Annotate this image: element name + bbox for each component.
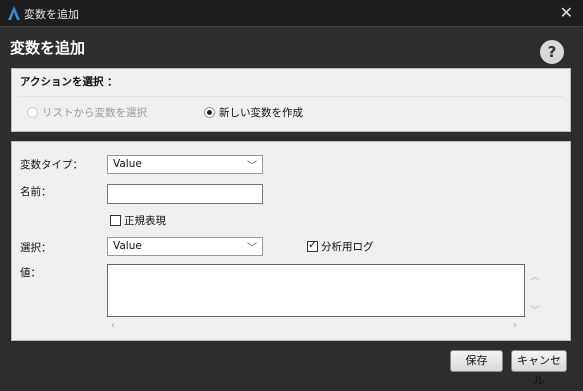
value-label: 値： bbox=[20, 267, 41, 279]
variable-type-select[interactable]: Value ﹀ bbox=[107, 155, 263, 174]
scroll-left-icon[interactable]: ‹ bbox=[111, 320, 115, 331]
scroll-down-icon[interactable]: ﹀ bbox=[530, 302, 540, 317]
select-value: Value bbox=[113, 240, 142, 252]
save-button[interactable]: 保存 bbox=[450, 350, 503, 372]
variable-type-value: Value bbox=[113, 158, 142, 170]
name-label: 名前： bbox=[20, 186, 52, 198]
select-dropdown[interactable]: Value ﹀ bbox=[107, 237, 263, 256]
radio-circle bbox=[27, 107, 38, 118]
cancel-button[interactable]: キャンセル bbox=[511, 350, 567, 387]
chevron-down-icon: ﹀ bbox=[247, 161, 257, 172]
analytics-log-checkbox[interactable]: ✓ 分析用ログ bbox=[307, 239, 374, 254]
value-textarea[interactable] bbox=[107, 264, 525, 317]
divider bbox=[18, 96, 564, 97]
app-logo-icon bbox=[8, 6, 20, 20]
window-title: 変数を追加 bbox=[24, 8, 79, 21]
close-icon[interactable]: ✕ bbox=[560, 3, 573, 22]
radio-create-new[interactable]: 新しい変数を作成 bbox=[204, 105, 303, 120]
chevron-down-icon: ﹀ bbox=[247, 243, 257, 254]
action-section-title: アクションを選択 ： bbox=[20, 76, 118, 88]
radio-select-from-list[interactable]: リストから変数を選択 bbox=[27, 105, 147, 120]
scroll-right-icon[interactable]: › bbox=[513, 320, 517, 331]
checkbox-box-checked: ✓ bbox=[307, 238, 318, 252]
variable-type-label: 変数タイプ： bbox=[20, 159, 83, 171]
checkbox-box bbox=[110, 215, 121, 226]
window-titlebar: 変数を追加 ✕ bbox=[0, 0, 583, 27]
regex-label: 正規表現 bbox=[124, 215, 166, 227]
help-icon[interactable]: ? bbox=[540, 40, 564, 64]
radio-list-label: リストから変数を選択 bbox=[42, 107, 147, 119]
radio-circle-selected bbox=[204, 107, 215, 118]
regex-checkbox[interactable]: 正規表現 bbox=[110, 213, 166, 228]
select-label: 選択： bbox=[20, 242, 52, 254]
radio-new-label: 新しい変数を作成 bbox=[219, 107, 303, 119]
check-icon: ✓ bbox=[308, 238, 318, 251]
dialog-title: 変数を追加 bbox=[10, 39, 86, 57]
analytics-log-label: 分析用ログ bbox=[321, 241, 374, 253]
action-panel: アクションを選択 ： リストから変数を選択 新しい変数を作成 bbox=[11, 68, 571, 132]
name-input[interactable] bbox=[107, 184, 263, 204]
scroll-up-icon[interactable]: ︿ bbox=[530, 268, 540, 283]
